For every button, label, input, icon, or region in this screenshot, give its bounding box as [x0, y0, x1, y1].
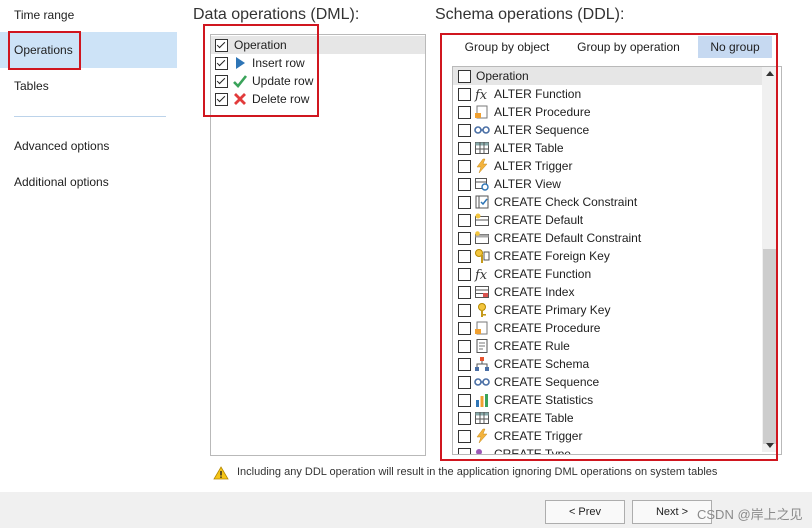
nav-time-range[interactable]: Time range — [14, 8, 74, 22]
nav-additional-options[interactable]: Additional options — [14, 175, 109, 189]
highlight-box-ddl — [440, 33, 778, 461]
nav-tables[interactable]: Tables — [14, 79, 49, 93]
highlight-box-operations — [8, 31, 81, 70]
ddl-warning-text: Including any DDL operation will result … — [237, 466, 718, 478]
watermark-text: CSDN @岸上之见 — [697, 507, 803, 522]
nav-divider — [14, 116, 166, 117]
highlight-box-dml — [203, 24, 319, 117]
warning-icon — [213, 466, 229, 480]
dml-section-title: Data operations (DML): — [193, 6, 360, 23]
ddl-section-title: Schema operations (DDL): — [435, 6, 625, 23]
prev-button[interactable]: < Prev — [545, 500, 625, 524]
nav-advanced-options[interactable]: Advanced options — [14, 139, 109, 153]
